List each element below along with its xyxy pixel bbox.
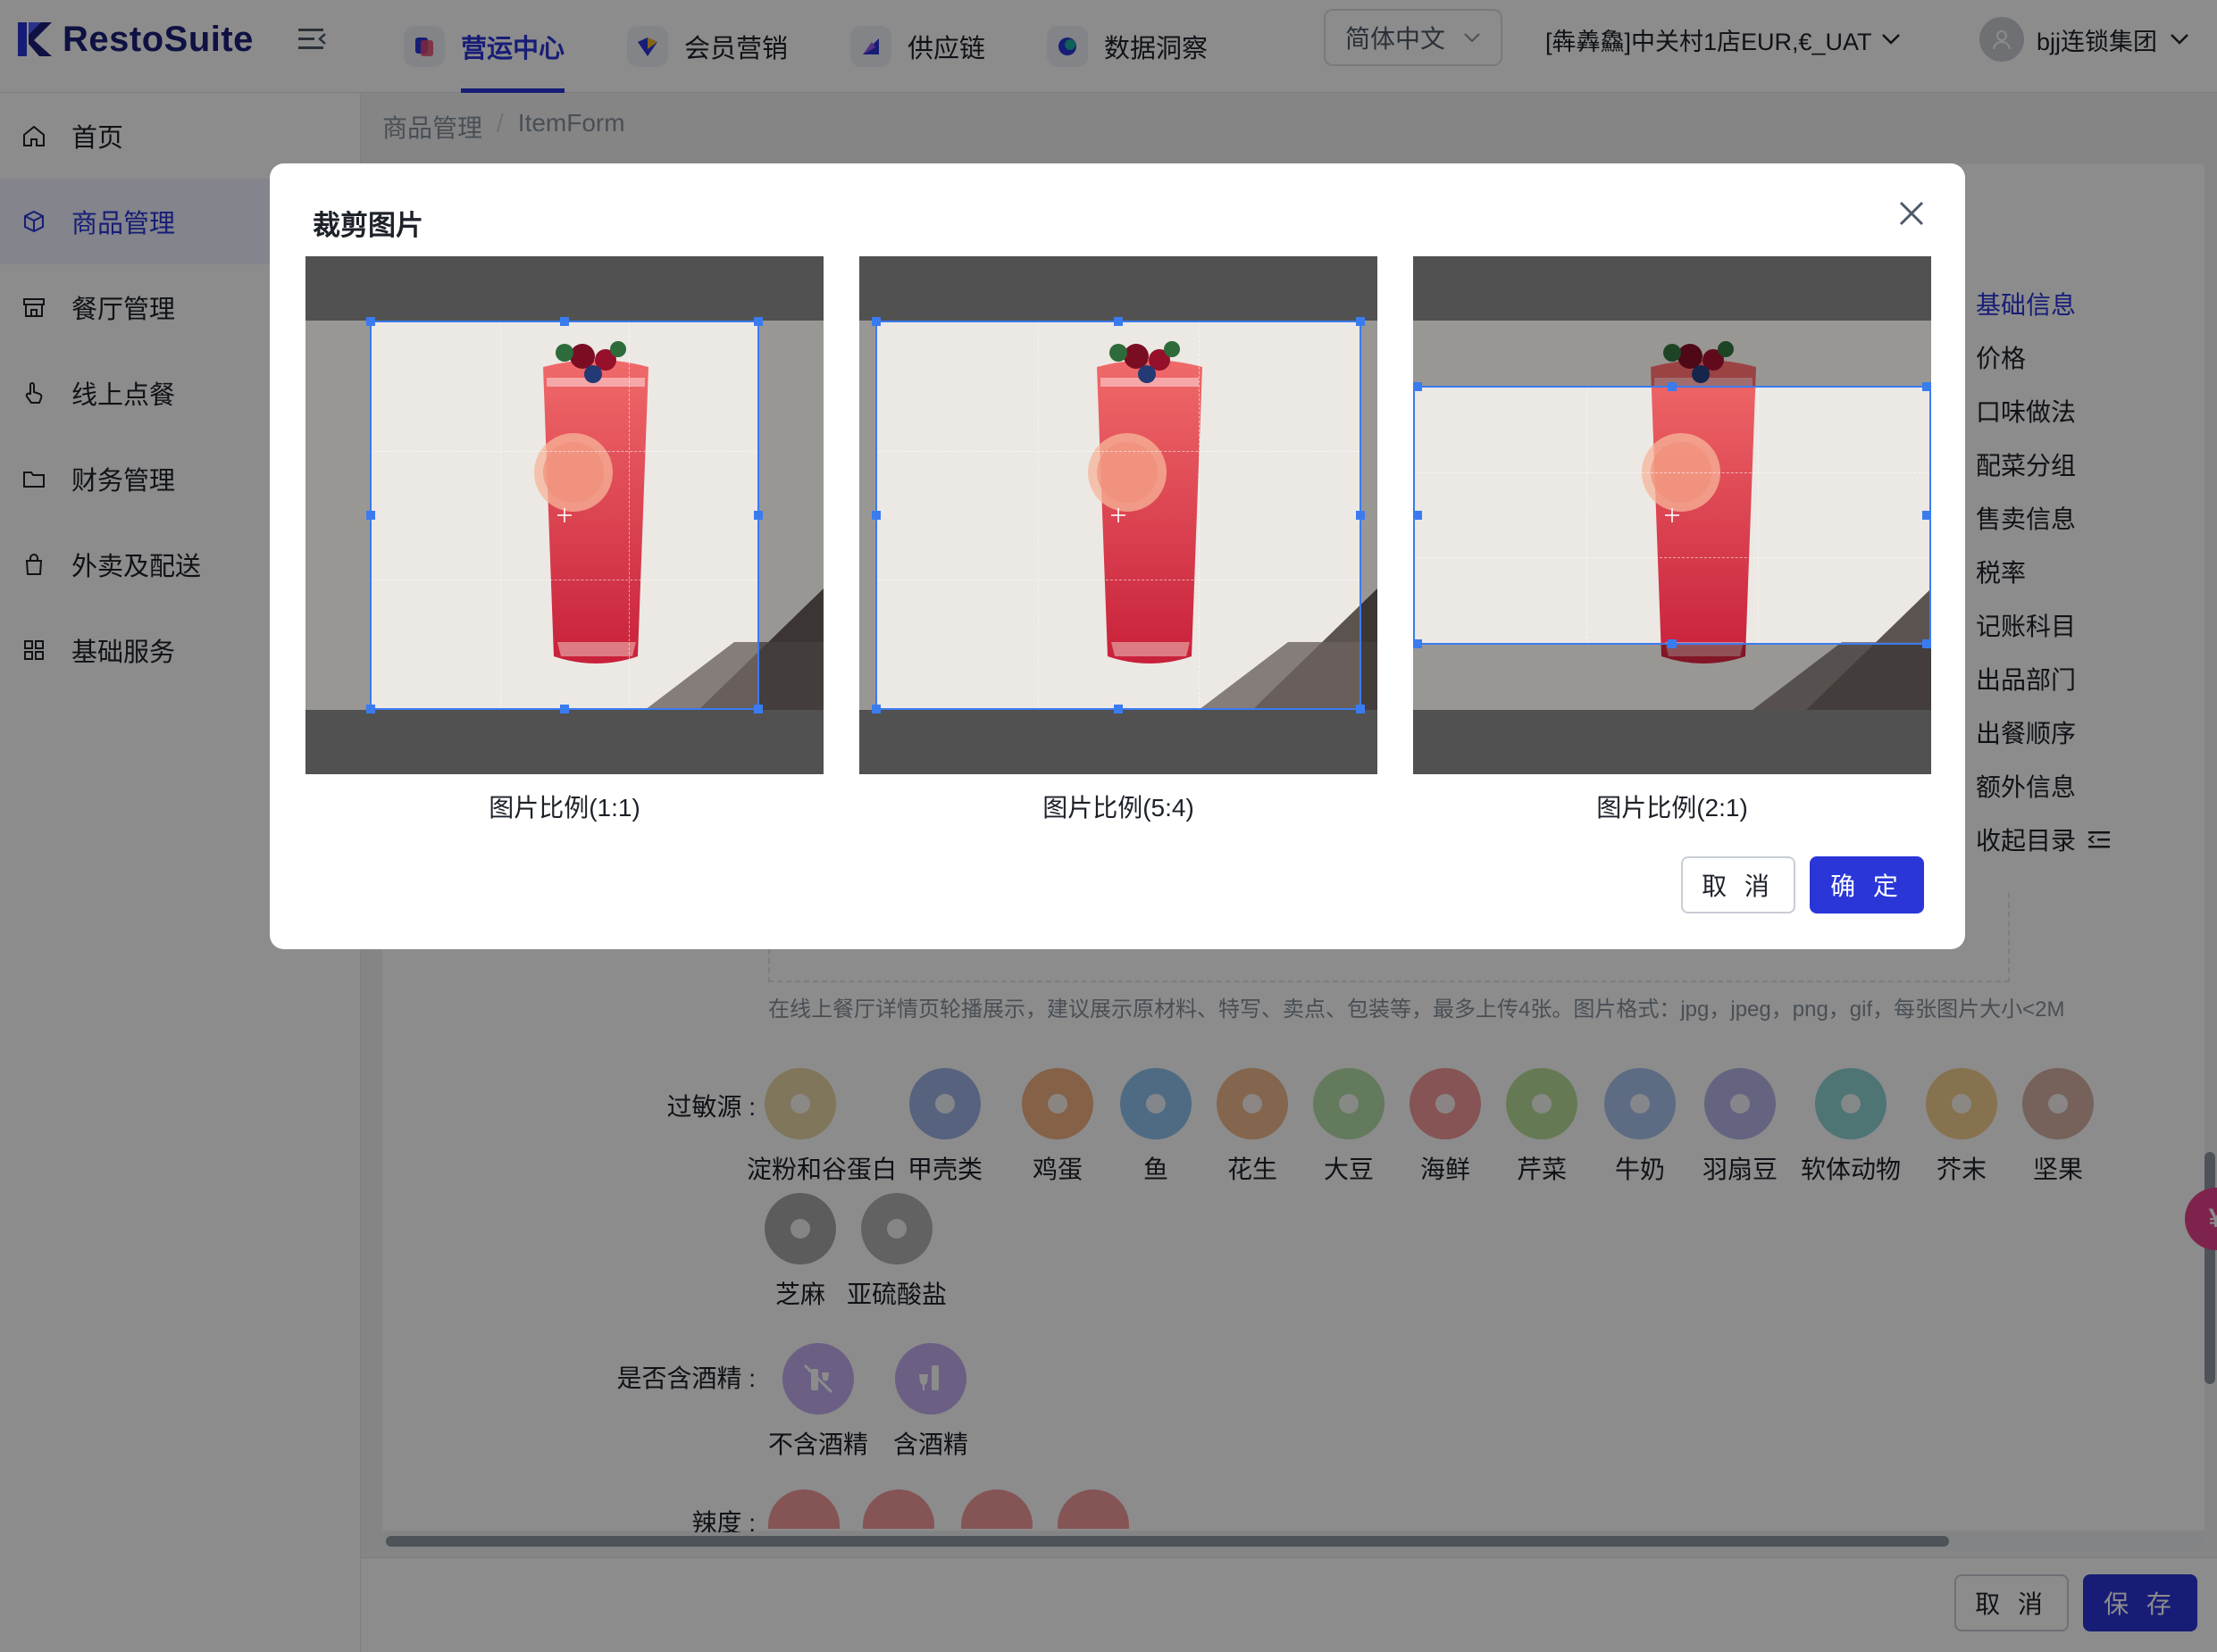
crop-dim-area (859, 710, 1377, 774)
crop-handle[interactable] (1922, 382, 1931, 391)
crop-dim-area (1413, 256, 1931, 386)
crop-guide-line (877, 450, 1359, 452)
crop-handle[interactable] (1114, 317, 1123, 326)
crop-center-mark (1111, 508, 1125, 522)
crop-handle[interactable] (1356, 705, 1365, 713)
crop-handle[interactable] (1413, 382, 1422, 391)
crop-handle[interactable] (1356, 317, 1365, 326)
crop-guide-line (1415, 472, 1929, 474)
crop-caption: 图片比例(5:4) (1042, 794, 1194, 822)
crop-handle[interactable] (1413, 511, 1422, 520)
crop-handle[interactable] (1668, 382, 1677, 391)
crop-dim-area (305, 710, 824, 774)
crop-handle[interactable] (366, 511, 375, 520)
crop-caption: 图片比例(1:1) (489, 794, 640, 822)
crop-dim-area (1413, 645, 1931, 774)
crop-guide-line (1585, 388, 1587, 643)
close-icon[interactable] (1894, 196, 1929, 231)
crop-handle[interactable] (1922, 639, 1931, 648)
crop-center-mark (1665, 508, 1679, 522)
crop-handle[interactable] (560, 705, 569, 713)
crop-handle[interactable] (754, 511, 763, 520)
crop-dim-area (305, 256, 824, 321)
crop-dim-area (759, 321, 824, 710)
crop-guide-line (372, 450, 757, 452)
crop-guide-line (628, 322, 630, 708)
modal-confirm-button[interactable]: 确 定 (1810, 856, 1924, 914)
crop-guide-line (1757, 388, 1759, 643)
crop-handle[interactable] (560, 317, 569, 326)
crop-handle[interactable] (872, 317, 881, 326)
crop-panel-5-4[interactable] (859, 256, 1377, 774)
crop-image-modal: 裁剪图片 图片比例(1:1) 图片比例(5:4) 图片比例(2:1) 取 消 确… (270, 163, 1965, 949)
crop-handle[interactable] (1668, 639, 1677, 648)
crop-caption: 图片比例(2:1) (1596, 794, 1748, 822)
crop-handle[interactable] (1413, 639, 1422, 648)
crop-panel-2-1[interactable] (1413, 256, 1931, 774)
crop-handle[interactable] (754, 317, 763, 326)
crop-handle[interactable] (1114, 705, 1123, 713)
crop-panel-1-1[interactable] (305, 256, 824, 774)
crop-handle[interactable] (1356, 511, 1365, 520)
crop-handle[interactable] (366, 705, 375, 713)
crop-handle[interactable] (872, 705, 881, 713)
crop-selection-box[interactable] (366, 317, 763, 713)
crop-guide-line (499, 322, 501, 708)
modal-title: 裁剪图片 (313, 210, 423, 241)
crop-selection-box[interactable] (872, 317, 1365, 713)
crop-guide-line (1415, 557, 1929, 559)
crop-selection-box[interactable] (1413, 382, 1931, 648)
crop-handle[interactable] (872, 511, 881, 520)
crop-center-mark (557, 508, 572, 522)
modal-cancel-button[interactable]: 取 消 (1681, 856, 1795, 914)
crop-handle[interactable] (1922, 511, 1931, 520)
crop-guide-line (1037, 322, 1039, 708)
crop-handle[interactable] (754, 705, 763, 713)
crop-guide-line (1198, 322, 1200, 708)
crop-dim-area (305, 321, 370, 710)
crop-dim-area (859, 256, 1377, 321)
crop-handle[interactable] (366, 317, 375, 326)
